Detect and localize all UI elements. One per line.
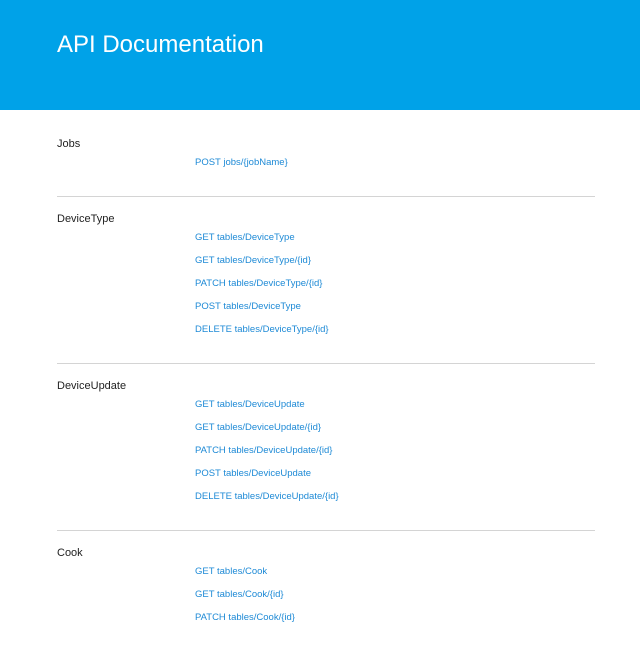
api-list: Jobs POST jobs/{jobName} DeviceType GET … (57, 130, 595, 651)
list-item: POST tables/DeviceType (195, 293, 595, 316)
list-item: PATCH tables/DeviceUpdate/{id} (195, 437, 595, 460)
group-name: Cook (57, 547, 83, 559)
list-item: DELETE tables/DeviceType/{id} (195, 316, 595, 339)
endpoint-link[interactable]: GET tables/DeviceUpdate/{id} (195, 422, 321, 433)
list-item: GET tables/Cook (195, 558, 595, 581)
endpoint-link[interactable]: GET tables/DeviceType (195, 232, 295, 243)
list-item: DELETE tables/DeviceUpdate/{id} (195, 483, 595, 506)
endpoint-link[interactable]: POST tables/DeviceUpdate (195, 468, 311, 479)
endpoint-list: GET tables/DeviceUpdate GET tables/Devic… (195, 391, 595, 506)
api-group-deviceupdate: DeviceUpdate GET tables/DeviceUpdate GET… (57, 364, 595, 531)
list-item: GET tables/DeviceType/{id} (195, 247, 595, 270)
group-name: Jobs (57, 138, 81, 150)
endpoint-link[interactable]: GET tables/DeviceUpdate (195, 399, 305, 410)
endpoint-list: GET tables/Cook GET tables/Cook/{id} PAT… (195, 558, 595, 627)
group-name: DeviceUpdate (57, 380, 127, 392)
endpoint-link[interactable]: PATCH tables/Cook/{id} (195, 612, 295, 623)
list-item: GET tables/DeviceUpdate/{id} (195, 414, 595, 437)
endpoint-link[interactable]: DELETE tables/DeviceType/{id} (195, 324, 329, 335)
api-group-cook: Cook GET tables/Cook GET tables/Cook/{id… (57, 531, 595, 651)
list-item: PATCH tables/Cook/{id} (195, 604, 595, 627)
endpoint-link[interactable]: GET tables/Cook/{id} (195, 589, 284, 600)
api-group-jobs: Jobs POST jobs/{jobName} (57, 130, 595, 197)
endpoint-list: POST jobs/{jobName} (195, 149, 595, 172)
endpoint-link[interactable]: DELETE tables/DeviceUpdate/{id} (195, 491, 339, 502)
endpoint-link[interactable]: PATCH tables/DeviceUpdate/{id} (195, 445, 332, 456)
endpoint-link[interactable]: GET tables/DeviceType/{id} (195, 255, 311, 266)
endpoint-link[interactable]: POST tables/DeviceType (195, 301, 301, 312)
endpoint-link[interactable]: GET tables/Cook (195, 566, 267, 577)
list-item: GET tables/DeviceType (195, 224, 595, 247)
endpoint-link[interactable]: POST jobs/{jobName} (195, 157, 288, 168)
page-title: API Documentation (57, 31, 264, 58)
endpoint-link[interactable]: PATCH tables/DeviceType/{id} (195, 278, 322, 289)
list-item: POST tables/DeviceUpdate (195, 460, 595, 483)
group-name: DeviceType (57, 213, 115, 225)
endpoint-list: GET tables/DeviceType GET tables/DeviceT… (195, 224, 595, 339)
list-item: GET tables/Cook/{id} (195, 581, 595, 604)
page-header: API Documentation (0, 0, 640, 110)
api-group-devicetype: DeviceType GET tables/DeviceType GET tab… (57, 197, 595, 364)
list-item: POST jobs/{jobName} (195, 149, 595, 172)
list-item: GET tables/DeviceUpdate (195, 391, 595, 414)
list-item: PATCH tables/DeviceType/{id} (195, 270, 595, 293)
